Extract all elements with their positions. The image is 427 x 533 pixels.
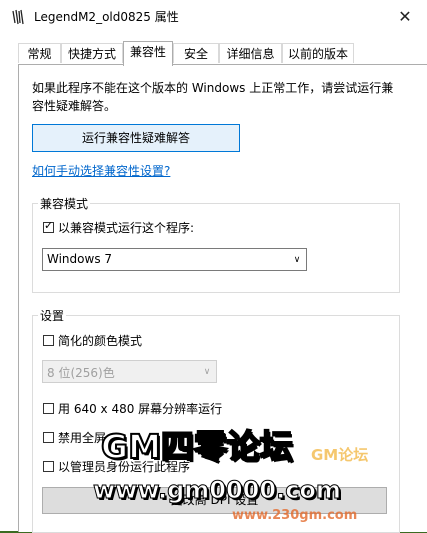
manual-settings-link[interactable]: 如何手动选择兼容性设置? — [32, 162, 170, 179]
properties-window: LegendM2_old0825 属性 ✕ 常规 快捷方式 兼容性 安全 详细信… — [0, 0, 427, 533]
chevron-down-icon: ∨ — [293, 254, 301, 265]
resolution-checkbox[interactable] — [43, 403, 54, 414]
tab-bar: 常规 快捷方式 兼容性 安全 详细信息 以前的版本 — [0, 41, 427, 66]
tab-previous-versions[interactable]: 以前的版本 — [282, 43, 354, 63]
settings-group-label: 设置 — [38, 307, 67, 324]
tab-details[interactable]: 详细信息 — [219, 43, 282, 63]
application-icon — [11, 9, 25, 25]
tab-shortcut[interactable]: 快捷方式 — [61, 43, 123, 63]
color-mode-select[interactable]: 8 位(256)色 ∨ — [42, 360, 217, 383]
disable-fullscreen-label[interactable]: 禁用全屏 — [58, 429, 106, 446]
checkmark-icon: ✓ — [44, 219, 54, 232]
intro-text: 如果此程序不能在这个版本的 Windows 上正常工作，请尝试运行兼容性疑难解答… — [32, 81, 394, 113]
tab-security[interactable]: 安全 — [173, 43, 219, 63]
color-mode-value: 8 位(256)色 — [47, 366, 115, 380]
close-button[interactable]: ✕ — [383, 0, 427, 33]
compat-mode-checkbox-label[interactable]: 以兼容模式运行这个程序: — [58, 219, 194, 236]
resolution-label[interactable]: 用 640 x 480 屏幕分辨率运行 — [58, 400, 222, 417]
os-version-value: Windows 7 — [47, 252, 113, 266]
compat-mode-group-label: 兼容模式 — [38, 195, 91, 212]
tab-general[interactable]: 常规 — [18, 43, 61, 63]
title-bar[interactable]: LegendM2_old0825 属性 ✕ — [0, 0, 427, 33]
window-title: LegendM2_old0825 属性 — [34, 10, 179, 24]
tab-compatibility[interactable]: 兼容性 — [123, 41, 173, 66]
compat-mode-checkbox[interactable]: ✓ — [43, 219, 54, 233]
os-version-select[interactable]: Windows 7 ∨ — [42, 248, 307, 271]
reduced-color-checkbox[interactable] — [43, 335, 54, 346]
run-troubleshooter-button[interactable]: 运行兼容性疑难解答 — [32, 124, 240, 152]
close-icon: ✕ — [398, 7, 412, 26]
chevron-down-icon: ∨ — [203, 366, 211, 377]
run-as-admin-checkbox[interactable] — [43, 461, 54, 472]
run-as-admin-label[interactable]: 以管理员身份运行此程序 — [58, 458, 190, 475]
change-dpi-button[interactable]: 更改高 DPI 设置 — [42, 487, 387, 514]
disable-fullscreen-checkbox[interactable] — [43, 432, 54, 443]
reduced-color-label[interactable]: 简化的颜色模式 — [58, 332, 142, 349]
